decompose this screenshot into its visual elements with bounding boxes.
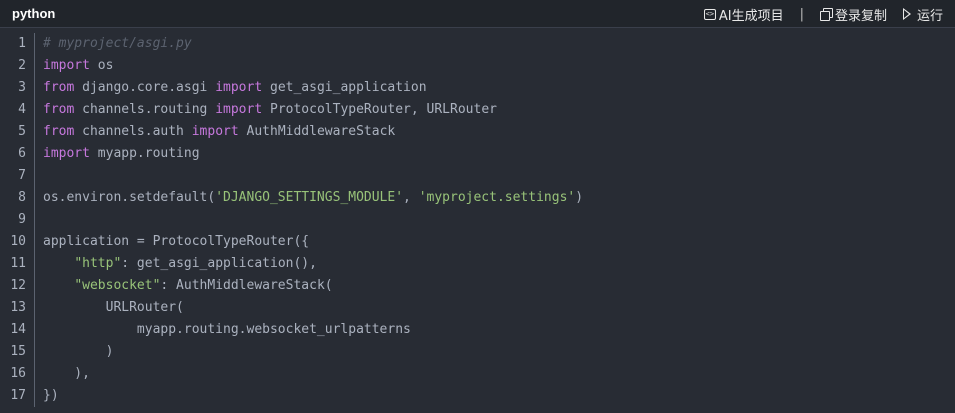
line-source — [35, 209, 43, 231]
ai-generate-label: AI生成项目 — [718, 8, 784, 24]
code-token: ) — [575, 190, 584, 205]
code-token: ), — [43, 366, 90, 381]
code-line: 9 — [0, 209, 955, 231]
code-line: 11 "http": get_asgi_application(), — [0, 253, 955, 275]
line-number: 5 — [0, 121, 35, 143]
code-token: ) — [43, 344, 114, 359]
line-source: import myapp.routing — [35, 143, 200, 165]
code-line: 13 URLRouter( — [0, 297, 955, 319]
code-block: 1 # myproject/asgi.py 2 import os 3 from djan… — [0, 33, 955, 407]
line-source: ) — [35, 341, 114, 363]
code-token: "http" — [74, 256, 122, 271]
code-line: 6 import myapp.routing — [0, 143, 955, 165]
code-line: 17}) — [0, 385, 955, 407]
line-number: 10 — [0, 231, 35, 253]
code-token: import — [215, 80, 263, 95]
code-line: 2 import os — [0, 55, 955, 77]
code-token: get_asgi_application — [262, 80, 427, 95]
code-token: myapp.routing.websocket_urlpatterns — [43, 322, 411, 337]
line-source: from django.core.asgi import get_asgi_ap… — [35, 77, 427, 99]
line-number: 8 — [0, 187, 35, 209]
code-token: AuthMiddlewareStack — [238, 124, 396, 139]
line-number: 3 — [0, 77, 35, 99]
line-number: 14 — [0, 319, 35, 341]
code-token: import — [43, 58, 90, 73]
code-token: # myproject/asgi.py — [43, 36, 192, 51]
line-source: URLRouter( — [35, 297, 184, 319]
code-token: from — [43, 124, 75, 139]
line-number: 6 — [0, 143, 35, 165]
code-token: 'myproject.settings' — [418, 190, 576, 205]
line-source: import os — [35, 55, 113, 77]
ai-generate-button[interactable]: <> AI生成项目 — [703, 5, 784, 24]
code-token: import — [43, 146, 90, 161]
run-button[interactable]: 运行 — [902, 5, 943, 24]
line-number: 7 — [0, 165, 35, 187]
code-brackets-icon: <> — [703, 8, 716, 20]
line-source: "http": get_asgi_application(), — [35, 253, 317, 275]
toolbar-divider: | — [799, 6, 804, 22]
code-token: myapp.routing — [89, 146, 200, 161]
code-token: os.environ.setdefault( — [43, 190, 216, 205]
code-token: import — [191, 124, 239, 139]
line-source: application = ProtocolTypeRouter({ — [35, 231, 309, 253]
code-token: 'DJANGO_SETTINGS_MODULE' — [215, 190, 404, 205]
code-line: 16 ), — [0, 363, 955, 385]
code-token: application = ProtocolTypeRouter({ — [43, 234, 310, 249]
line-source: ), — [35, 363, 90, 385]
code-token: os — [89, 58, 114, 73]
line-source: from channels.auth import AuthMiddleware… — [35, 121, 395, 143]
code-header: python <> AI生成项目 | 登录复制 运行 — [0, 0, 955, 28]
code-token: }) — [43, 388, 59, 403]
code-line: 12 "websocket": AuthMiddlewareStack( — [0, 275, 955, 297]
code-token: import — [215, 102, 263, 117]
code-token: : AuthMiddlewareStack( — [160, 278, 333, 293]
code-token: django.core.asgi — [74, 80, 216, 95]
code-token: channels.routing — [74, 102, 216, 117]
code-line: 14 myapp.routing.websocket_urlpatterns — [0, 319, 955, 341]
code-line: 15 ) — [0, 341, 955, 363]
run-label: 运行 — [916, 8, 943, 24]
code-token: : get_asgi_application(), — [121, 256, 317, 271]
line-source: }) — [35, 385, 59, 407]
line-number: 16 — [0, 363, 35, 385]
line-source: myapp.routing.websocket_urlpatterns — [35, 319, 411, 341]
line-source: from channels.routing import ProtocolTyp… — [35, 99, 497, 121]
code-token: , — [403, 190, 419, 205]
code-token: URLRouter( — [43, 300, 184, 315]
line-number: 12 — [0, 275, 35, 297]
play-icon — [902, 8, 911, 20]
login-copy-label: 登录复制 — [834, 8, 887, 24]
line-number: 15 — [0, 341, 35, 363]
code-line: 4 from channels.routing import ProtocolTy… — [0, 99, 955, 121]
line-source — [35, 165, 43, 187]
code-line: 7 — [0, 165, 955, 187]
line-source: # myproject/asgi.py — [35, 33, 192, 55]
code-token: from — [43, 80, 75, 95]
code-toolbar: <> AI生成项目 | 登录复制 运行 — [703, 4, 943, 24]
line-number: 1 — [0, 33, 35, 55]
code-token: from — [43, 102, 75, 117]
code-token: ProtocolTypeRouter, URLRouter — [262, 102, 497, 117]
line-number: 4 — [0, 99, 35, 121]
language-label: python — [12, 6, 56, 21]
line-source: os.environ.setdefault('DJANGO_SETTINGS_M… — [35, 187, 583, 209]
line-number: 9 — [0, 209, 35, 231]
login-copy-button[interactable]: 登录复制 — [819, 5, 887, 24]
code-line: 5 from channels.auth import AuthMiddlewar… — [0, 121, 955, 143]
line-number: 13 — [0, 297, 35, 319]
copy-icon — [819, 8, 833, 21]
code-token: channels.auth — [74, 124, 192, 139]
code-line: 8 os.environ.setdefault('DJANGO_SETTINGS_… — [0, 187, 955, 209]
line-number: 2 — [0, 55, 35, 77]
code-line: 10 application = ProtocolTypeRouter({ — [0, 231, 955, 253]
line-number: 17 — [0, 385, 35, 407]
line-source: "websocket": AuthMiddlewareStack( — [35, 275, 333, 297]
code-line: 3 from django.core.asgi import get_asgi_a… — [0, 77, 955, 99]
code-token: "websocket" — [74, 278, 161, 293]
code-line: 1 # myproject/asgi.py — [0, 33, 955, 55]
line-number: 11 — [0, 253, 35, 275]
